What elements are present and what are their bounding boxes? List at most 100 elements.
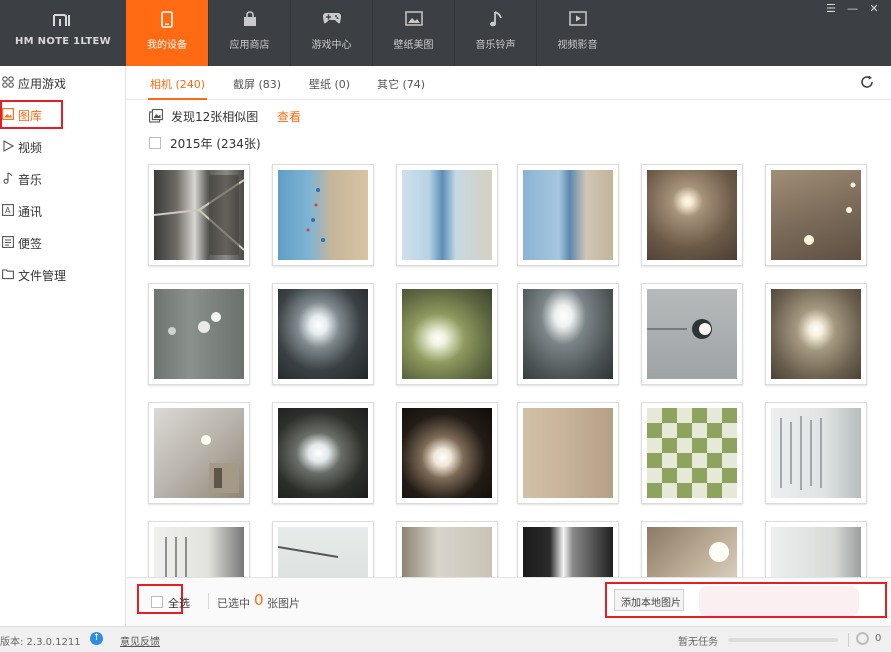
tab-screenshots[interactable]: 截屏 (83) xyxy=(233,76,281,92)
sidebar-item-notes[interactable]: 便签 xyxy=(0,230,126,256)
music-note-icon xyxy=(2,172,14,184)
photo-thumbnail[interactable] xyxy=(765,283,867,385)
sidebar-item-video[interactable]: 视频 xyxy=(0,134,126,160)
nav-tab-my-device[interactable]: 我的设备 xyxy=(126,0,208,66)
picture-icon xyxy=(373,11,454,29)
photo-thumbnail[interactable] xyxy=(517,164,619,266)
video-icon xyxy=(537,11,618,29)
year-group-header: 2015年 (234张) xyxy=(127,129,891,157)
photo-grid xyxy=(127,157,891,577)
photo-thumbnail[interactable] xyxy=(765,164,867,266)
nav-tab-music[interactable]: 音乐铃声 xyxy=(454,0,536,66)
sidebar-item-label: 便签 xyxy=(18,237,43,251)
add-local-highlight-box: 添加本地图片 xyxy=(605,582,887,618)
sidebar-item-label: 视频 xyxy=(18,141,43,155)
sidebar-item-apps-games[interactable]: 应用游戏 xyxy=(0,70,126,96)
photo-thumbnail[interactable] xyxy=(396,402,498,504)
photo-thumbnail[interactable] xyxy=(765,521,867,577)
photo-thumbnail[interactable] xyxy=(148,521,250,577)
selected-suffix: 张图片 xyxy=(267,597,300,610)
play-icon xyxy=(2,140,15,152)
active-tab-indicator xyxy=(148,98,207,100)
sidebar-item-label: 音乐 xyxy=(18,173,43,187)
photo-thumbnail[interactable] xyxy=(641,521,743,577)
view-similar-link[interactable]: 查看 xyxy=(277,108,301,125)
photo-thumbnail[interactable] xyxy=(641,164,743,266)
photo-thumbnail[interactable] xyxy=(148,164,250,266)
photo-thumbnail[interactable] xyxy=(641,283,743,385)
photo-thumbnail[interactable] xyxy=(641,402,743,504)
contacts-icon: A xyxy=(2,204,14,216)
year-select-checkbox[interactable] xyxy=(149,137,161,149)
tab-wallpapers[interactable]: 壁纸 (0) xyxy=(309,76,350,92)
status-bar: 版本: 2.3.0.1211 ↑ 意见反馈 暂无任务 0 xyxy=(0,626,891,652)
tab-camera[interactable]: 相机 (240) xyxy=(150,76,205,92)
nav-tab-label: 视频影音 xyxy=(557,40,598,51)
divider xyxy=(848,633,849,647)
tab-others[interactable]: 其它 (74) xyxy=(377,76,425,92)
device-brand[interactable]: HM NOTE 1LTEW xyxy=(0,0,126,66)
task-status-text: 暂无任务 xyxy=(678,637,718,648)
nav-tab-label: 应用商店 xyxy=(229,40,270,51)
select-all-checkbox[interactable] xyxy=(151,596,163,608)
nav-tab-label: 壁纸美图 xyxy=(393,40,434,51)
top-nav-bar: HM NOTE 1LTEW 我的设备 应用商店 游戏中心 壁纸美图 音乐铃声 视… xyxy=(0,0,891,66)
phone-icon xyxy=(126,11,208,29)
duplicate-images-icon xyxy=(149,108,163,123)
sidebar-item-music[interactable]: 音乐 xyxy=(0,166,126,192)
nav-tab-wallpapers[interactable]: 壁纸美图 xyxy=(372,0,454,66)
sidebar-item-label: 文件管理 xyxy=(18,269,67,283)
photo-thumbnail[interactable] xyxy=(765,402,867,504)
nav-tab-video[interactable]: 视频影音 xyxy=(536,0,618,66)
mi-assistant-window: HM NOTE 1LTEW 我的设备 应用商店 游戏中心 壁纸美图 音乐铃声 视… xyxy=(0,0,891,652)
divider xyxy=(208,593,209,609)
menu-icon[interactable]: ☰ xyxy=(822,2,840,15)
note-icon xyxy=(2,236,14,248)
photo-thumbnail[interactable] xyxy=(272,402,374,504)
photo-thumbnail[interactable] xyxy=(272,283,374,385)
photo-thumbnail[interactable] xyxy=(396,521,498,577)
feedback-link[interactable]: 意见反馈 xyxy=(120,633,160,648)
sidebar-item-label: 应用游戏 xyxy=(18,77,67,91)
photo-thumbnail[interactable] xyxy=(396,283,498,385)
gamepad-icon xyxy=(291,11,372,29)
apps-grid-icon xyxy=(2,76,14,88)
task-icon[interactable] xyxy=(856,632,869,645)
update-arrow-icon[interactable]: ↑ xyxy=(90,632,103,645)
photo-thumbnail[interactable] xyxy=(517,521,619,577)
photo-thumbnail[interactable] xyxy=(272,521,374,577)
selected-count: 0 xyxy=(254,591,264,609)
nav-tab-label: 音乐铃声 xyxy=(475,40,516,51)
task-count: 0 xyxy=(875,633,882,644)
photo-thumbnail[interactable] xyxy=(517,402,619,504)
mi-logo xyxy=(0,13,126,27)
selected-prefix: 已选中 xyxy=(217,597,250,610)
gallery-highlight-box xyxy=(0,100,63,129)
photo-thumbnail[interactable] xyxy=(272,164,374,266)
nav-tab-label: 我的设备 xyxy=(147,40,187,51)
photo-thumbnail[interactable] xyxy=(148,283,250,385)
close-icon[interactable]: ✕ xyxy=(865,2,883,15)
folder-icon xyxy=(2,268,14,280)
year-group-label: 2015年 (234张) xyxy=(170,137,261,151)
blurred-region xyxy=(699,586,859,616)
nav-tab-game-center[interactable]: 游戏中心 xyxy=(290,0,372,66)
sidebar: 应用游戏 图库 视频 音乐 A 通讯 便签 文件管理 xyxy=(0,66,126,626)
photo-thumbnail[interactable] xyxy=(148,402,250,504)
gallery-tabs: 相机 (240) 截屏 (83) 壁纸 (0) 其它 (74) xyxy=(127,66,891,100)
sidebar-item-contacts[interactable]: A 通讯 xyxy=(0,198,126,224)
refresh-icon[interactable] xyxy=(860,74,874,93)
sidebar-item-file-manager[interactable]: 文件管理 xyxy=(0,262,126,288)
sidebar-item-label: 通讯 xyxy=(18,205,43,219)
nav-tab-app-store[interactable]: 应用商店 xyxy=(208,0,290,66)
add-local-images-button[interactable]: 添加本地图片 xyxy=(614,589,684,611)
version-text: 版本: 2.3.0.1211 xyxy=(0,637,81,648)
photo-thumbnail[interactable] xyxy=(517,283,619,385)
svg-text:A: A xyxy=(5,206,11,215)
similar-photos-row: 发现12张相似图 查看 xyxy=(127,101,891,129)
minimize-icon[interactable]: — xyxy=(844,2,862,15)
task-progress-bar xyxy=(728,638,838,642)
similar-photos-text: 发现12张相似图 xyxy=(171,110,259,124)
photo-thumbnail[interactable] xyxy=(396,164,498,266)
select-all-label[interactable]: 全选 xyxy=(168,595,190,611)
